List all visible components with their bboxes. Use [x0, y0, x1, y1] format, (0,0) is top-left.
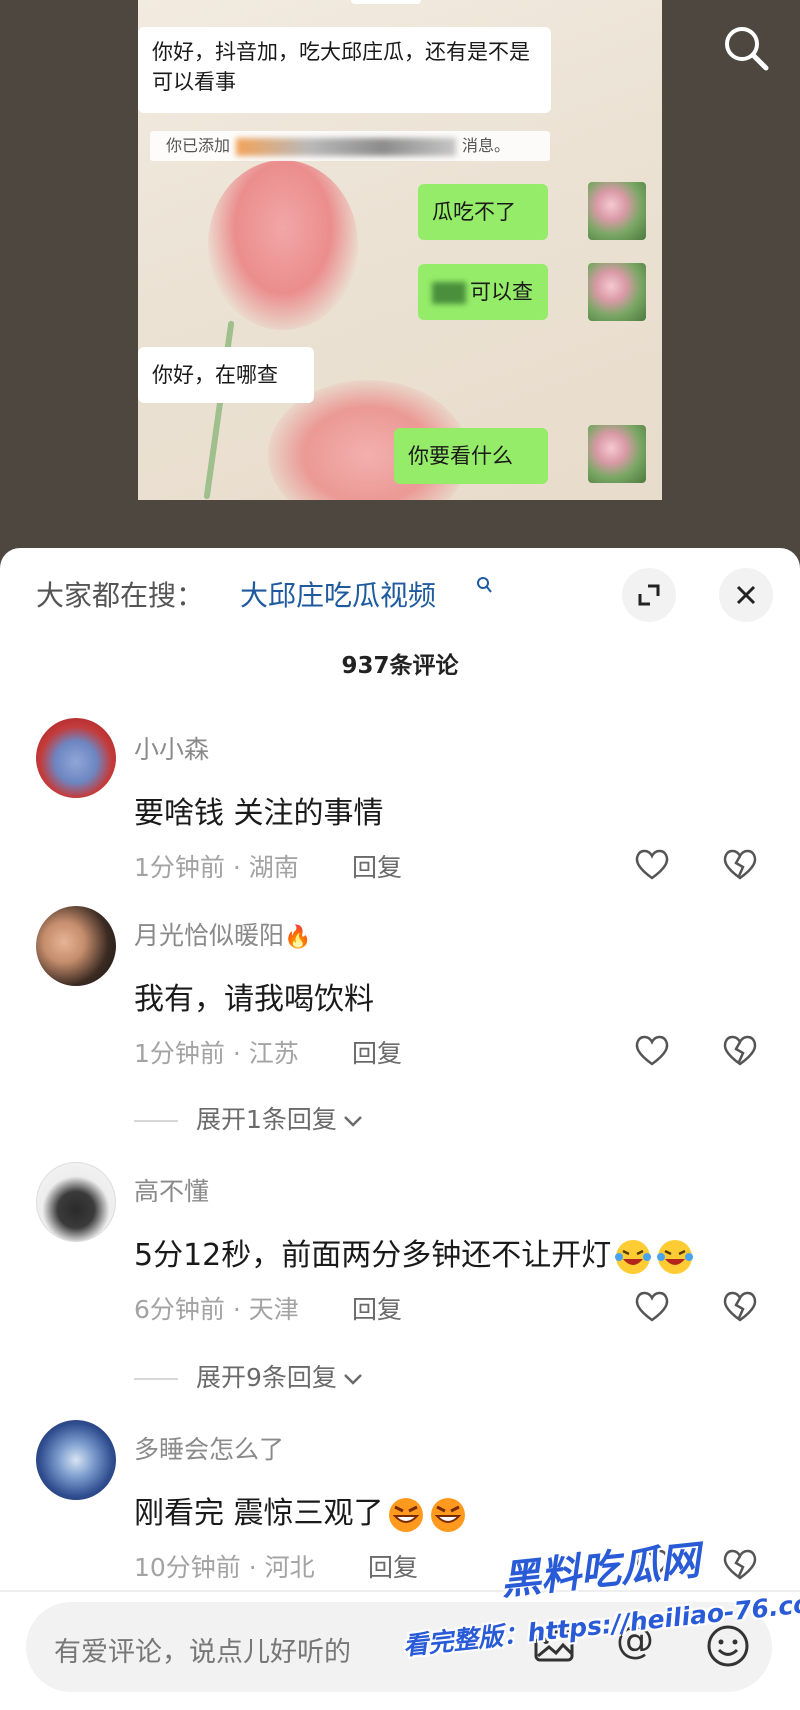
sheet-header: 大家都在搜： 大邱庄吃瓜视频	[0, 548, 800, 622]
broken-heart-icon	[723, 1549, 757, 1580]
chevron-down-icon	[343, 1363, 363, 1392]
angry-laugh-emoji-icon	[388, 1497, 423, 1532]
redacted-blur	[236, 137, 457, 156]
comment-username[interactable]: 高不懂	[134, 1172, 209, 1208]
chat-avatar	[588, 425, 646, 483]
fire-icon: 🔥	[284, 925, 312, 950]
comment-username[interactable]: 小小森	[134, 730, 209, 766]
chat-avatar	[588, 263, 646, 321]
comment-count: 937条评论	[341, 653, 459, 679]
comment-time-location: 6分钟前 · 天津	[134, 1295, 299, 1324]
trending-search-link[interactable]: 大邱庄吃瓜视频	[240, 574, 436, 614]
chat-bubble-incoming: 你好，在哪查	[138, 347, 314, 403]
comment-input[interactable]: 有爱评论，说点儿好听的	[54, 1630, 351, 1669]
close-icon	[736, 585, 756, 605]
like-button[interactable]	[632, 844, 672, 884]
laughing-crying-emoji-icon	[615, 1239, 652, 1274]
expand-replies-button[interactable]: 展开1条回复	[134, 1100, 363, 1136]
chevron-down-icon	[343, 1105, 363, 1134]
angry-laugh-emoji-icon	[430, 1497, 465, 1532]
heart-icon	[635, 1035, 669, 1066]
chat-system-message: 你已添加 消息。	[150, 131, 550, 161]
dislike-button[interactable]	[720, 1544, 760, 1584]
comment-username[interactable]: 多睡会怎么了	[134, 1430, 284, 1466]
broken-heart-icon	[723, 1035, 757, 1066]
reply-button[interactable]: 回复	[352, 1034, 402, 1070]
dislike-button[interactable]	[720, 844, 760, 884]
reply-button[interactable]: 回复	[368, 1548, 418, 1584]
comment-time-location: 10分钟前 · 河北	[134, 1553, 315, 1582]
expand-icon	[638, 584, 660, 606]
comment-text: 我有，请我喝饮料	[134, 982, 374, 1017]
comment-time-location: 1分钟前 · 湖南	[134, 853, 299, 882]
input-divider	[0, 1590, 800, 1592]
dislike-button[interactable]	[720, 1286, 760, 1326]
expand-button[interactable]	[622, 568, 676, 622]
reply-button[interactable]: 回复	[352, 848, 402, 884]
comment-username[interactable]: 月光恰似暖阳🔥	[134, 916, 311, 952]
broken-heart-icon	[723, 1291, 757, 1322]
broken-heart-icon	[723, 849, 757, 880]
dislike-button[interactable]	[720, 1030, 760, 1070]
trending-label: 大家都在搜：	[36, 579, 205, 612]
lotus-bud-image	[208, 160, 358, 330]
like-button[interactable]	[632, 1286, 672, 1326]
reply-button[interactable]: 回复	[352, 1290, 402, 1326]
like-button[interactable]	[632, 1030, 672, 1070]
laughing-crying-emoji-icon	[657, 1239, 694, 1274]
search-icon[interactable]	[720, 22, 772, 74]
small-search-icon	[476, 576, 492, 598]
avatar[interactable]	[36, 718, 116, 798]
chat-avatar	[588, 182, 646, 240]
chat-bubble-outgoing: 可以查	[418, 264, 548, 320]
comment-text: 刚看完 震惊三观了	[134, 1488, 468, 1535]
redacted-blur	[432, 282, 466, 304]
heart-icon	[635, 849, 669, 880]
comment-time-location: 1分钟前 · 江苏	[134, 1039, 299, 1068]
comment-text: 要啥钱 关注的事情	[134, 796, 384, 831]
heart-icon	[635, 1291, 669, 1322]
avatar[interactable]	[36, 1420, 116, 1500]
chat-screenshot: 你好，抖音加，吃大邱庄瓜，还有是不是可以看事 你已添加 消息。 瓜吃不了 可以查 …	[138, 0, 662, 500]
comment-text: 5分12秒，前面两分多钟还不让开灯	[134, 1230, 695, 1277]
avatar[interactable]	[36, 1162, 116, 1242]
avatar[interactable]	[36, 906, 116, 986]
expand-replies-button[interactable]: 展开9条回复	[134, 1358, 363, 1394]
chat-bubble-outgoing: 瓜吃不了	[418, 184, 548, 240]
chat-bubble-outgoing: 你要看什么	[394, 428, 548, 484]
chat-bubble-incoming: 你好，抖音加，吃大邱庄瓜，还有是不是可以看事	[138, 27, 551, 113]
video-area[interactable]: 你好，抖音加，吃大邱庄瓜，还有是不是可以看事 你已添加 消息。 瓜吃不了 可以查 …	[0, 0, 800, 560]
close-button[interactable]	[719, 568, 773, 622]
